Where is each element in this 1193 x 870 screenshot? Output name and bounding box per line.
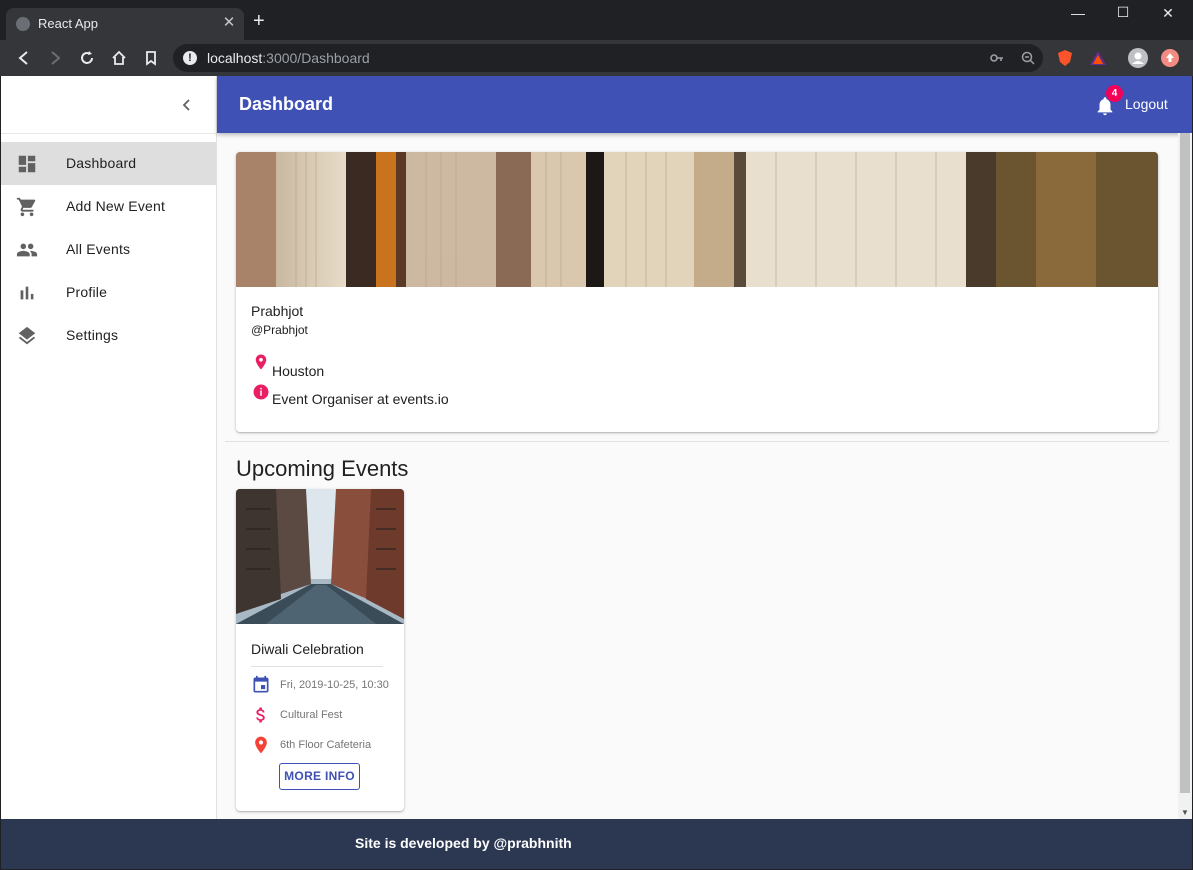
main-content: Prabhjot @Prabhjot Houston Event Organis… <box>218 133 1178 819</box>
tab-title: React App <box>38 16 98 31</box>
calendar-icon <box>253 675 269 693</box>
sidebar: Dashboard Add New Event All Events Profi… <box>1 76 217 819</box>
people-icon <box>16 243 38 257</box>
profile-location: Houston <box>272 363 325 379</box>
info-icon <box>253 384 269 400</box>
sidebar-item-add-new-event[interactable]: Add New Event <box>1 185 216 228</box>
notification-badge: 4 <box>1106 85 1123 102</box>
sidebar-item-profile[interactable]: Profile <box>1 271 216 314</box>
browser-tab-bar: React App ✕ + — ☐ ✕ <box>0 0 1193 40</box>
chevron-left-icon[interactable] <box>176 94 198 116</box>
profile-card: Prabhjot @Prabhjot Houston Event Organis… <box>236 152 1158 432</box>
zoom-out-icon[interactable] <box>1020 50 1036 66</box>
sidebar-item-settings[interactable]: Settings <box>1 314 216 357</box>
minimize-icon[interactable]: — <box>1068 5 1088 21</box>
books-cover-image <box>236 152 1158 287</box>
more-info-button[interactable]: MORE INFO <box>279 763 360 790</box>
sidebar-nav: Dashboard Add New Event All Events Profi… <box>1 134 216 357</box>
event-venue: 6th Floor Cafeteria <box>280 739 372 751</box>
globe-icon <box>16 17 30 31</box>
profile-bio: Event Organiser at events.io <box>272 391 449 407</box>
new-tab-button[interactable]: + <box>253 11 265 31</box>
event-category: Cultural Fest <box>280 709 343 721</box>
sidebar-item-label: Dashboard <box>66 155 137 171</box>
event-card: Diwali Celebration Fri, 2019-10-25, 10:3… <box>236 489 404 811</box>
page-title: Dashboard <box>239 94 334 114</box>
street-event-image <box>236 489 404 624</box>
sidebar-item-label: Profile <box>66 284 108 300</box>
sidebar-item-all-events[interactable]: All Events <box>1 228 216 271</box>
home-icon[interactable] <box>109 48 129 68</box>
sidebar-header <box>1 76 216 134</box>
scrollbar[interactable]: ▼ <box>1178 133 1192 819</box>
event-title: Diwali Celebration <box>251 641 364 657</box>
site-info-icon[interactable]: ! <box>183 51 197 65</box>
layers-icon <box>18 326 36 345</box>
update-icon[interactable] <box>1161 49 1179 67</box>
cart-icon <box>16 197 36 217</box>
sidebar-item-dashboard[interactable]: Dashboard <box>1 142 216 185</box>
divider <box>225 441 1169 442</box>
maximize-icon[interactable]: ☐ <box>1113 4 1133 21</box>
profile-name: Prabhjot <box>251 303 304 319</box>
bookmark-icon[interactable] <box>141 48 161 68</box>
dashboard-icon <box>18 155 36 173</box>
tab-close-icon[interactable]: ✕ <box>220 14 238 32</box>
brave-rewards-icon[interactable] <box>1089 50 1107 66</box>
sidebar-item-label: All Events <box>66 241 131 257</box>
reload-icon[interactable] <box>77 48 97 68</box>
sidebar-item-label: Settings <box>66 327 119 343</box>
location-pin-icon <box>255 354 267 370</box>
footer-credit: Site is developed by @prabhnith <box>355 835 572 851</box>
sidebar-item-label: Add New Event <box>66 198 166 214</box>
window-close-icon[interactable]: ✕ <box>1158 5 1178 22</box>
profile-avatar-icon[interactable] <box>1128 48 1148 68</box>
logout-button[interactable]: Logout <box>1125 96 1168 112</box>
browser-tab[interactable]: React App ✕ <box>6 8 244 40</box>
dollar-icon <box>256 707 265 723</box>
app-bar: Dashboard 4 Logout <box>217 76 1192 133</box>
profile-handle: @Prabhjot <box>251 323 308 337</box>
location-pin-icon <box>255 736 267 754</box>
web-page: Dashboard Add New Event All Events Profi… <box>1 76 1192 869</box>
event-divider <box>251 666 383 667</box>
back-icon[interactable] <box>14 48 34 68</box>
brave-shield-icon[interactable] <box>1056 49 1074 67</box>
browser-toolbar: ! localhost:3000/Dashboard <box>0 40 1193 76</box>
bar-chart-icon <box>20 286 34 300</box>
footer: Site is developed by @prabhnith <box>1 819 1192 869</box>
key-icon[interactable] <box>989 50 1005 66</box>
address-bar[interactable]: ! localhost:3000/Dashboard <box>173 44 1043 72</box>
scrollbar-thumb[interactable] <box>1180 133 1190 793</box>
url-text: localhost:3000/Dashboard <box>207 50 370 66</box>
upcoming-events-heading: Upcoming Events <box>236 456 409 481</box>
scroll-down-icon[interactable]: ▼ <box>1181 808 1189 817</box>
forward-icon[interactable] <box>45 48 65 68</box>
event-date: Fri, 2019-10-25, 10:30 <box>280 679 389 691</box>
